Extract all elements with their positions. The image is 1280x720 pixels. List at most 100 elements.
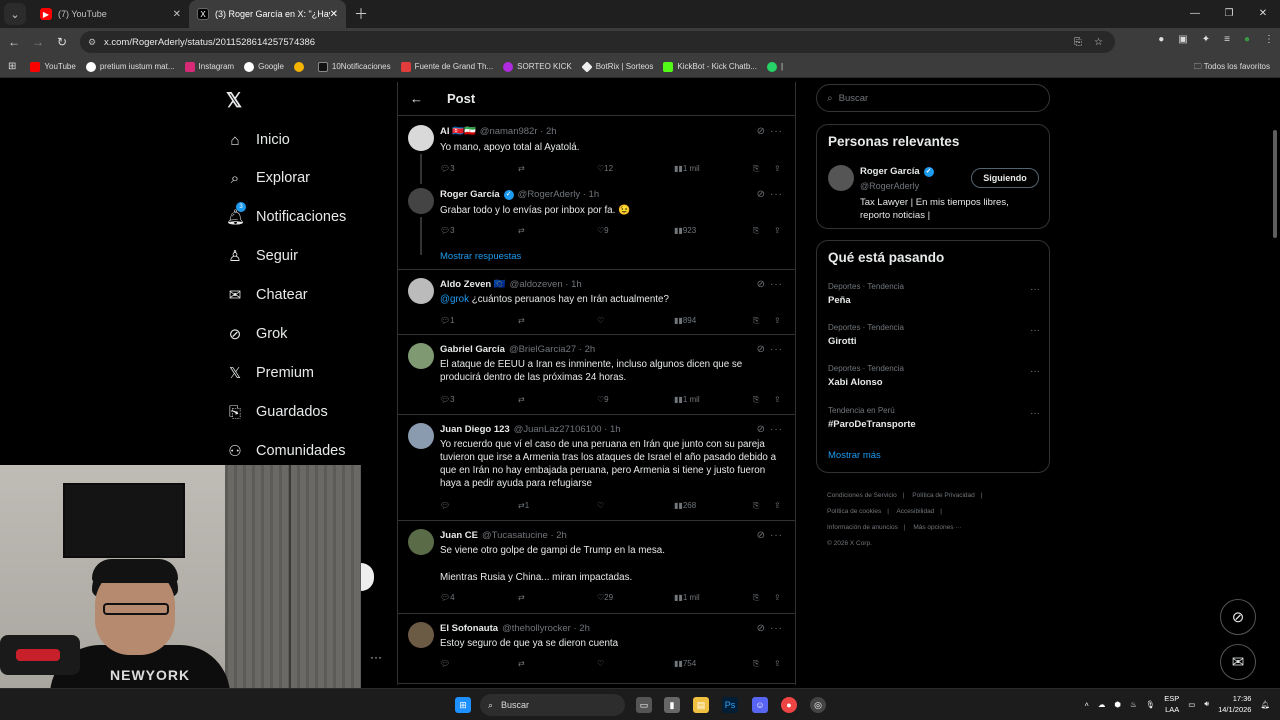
author-handle[interactable]: @JuanLaz27106100 · 1h (514, 424, 621, 435)
language-indicator[interactable]: ESP LAA (1164, 693, 1179, 715)
footer-link[interactable]: Información de anuncios (827, 524, 898, 531)
grok-icon[interactable]: ⊘ (757, 189, 765, 200)
show-more-link[interactable]: Mostrar más (828, 450, 881, 461)
tray-app-icon[interactable]: ☁ (1098, 700, 1106, 709)
photoshop-icon[interactable]: Ps (722, 697, 738, 713)
views-icon[interactable]: ▮▮ 268 (674, 501, 696, 510)
reply-icon[interactable]: 💬︎ 3 (440, 226, 455, 235)
grok-icon[interactable]: ⊘ (757, 530, 765, 541)
like-icon[interactable]: ♡ (597, 501, 604, 510)
bookmark-10notificaciones[interactable]: 10Notificaciones (317, 61, 391, 72)
bookmark-icon[interactable]: ⎘ (753, 164, 759, 174)
close-window-icon[interactable]: ✕ (1246, 0, 1280, 28)
bookmark-icon[interactable]: ⎘ (753, 316, 759, 326)
file-explorer-icon[interactable]: ▤ (693, 697, 709, 713)
chrome-icon[interactable]: ● (781, 697, 797, 713)
author-handle[interactable]: @RogerAderly · 1h (518, 189, 599, 200)
author-name[interactable]: Roger García (440, 189, 500, 200)
task-view-icon[interactable]: ▭ (636, 697, 652, 713)
author-handle[interactable]: @aldozeven · 1h (510, 279, 582, 290)
show-replies-link[interactable]: Mostrar respuestas (440, 251, 521, 262)
person-name[interactable]: Roger García ✓ (860, 166, 934, 177)
tweet-reply[interactable]: AI 🇰🇵🇮🇷 @naman982r · 2h ⊘ ··· Yo mano, apo… (398, 116, 795, 184)
footer-link[interactable]: Política de cookies (827, 508, 881, 515)
volume-icon[interactable]: 🔊︎ (1204, 699, 1209, 709)
more-icon[interactable]: ··· (1030, 408, 1040, 419)
views-icon[interactable]: ▮▮ 1 mil (674, 164, 700, 173)
bookmark-fuente[interactable]: Fuente de Grand Th... (400, 61, 493, 72)
views-icon[interactable]: ▮▮ 1 mil (674, 593, 700, 602)
page-scrollbar[interactable] (1270, 82, 1280, 688)
author-handle[interactable]: @thehollyrocker · 2h (502, 623, 590, 634)
repost-icon[interactable]: ⇄ (518, 226, 525, 235)
reply-icon[interactable]: 💬︎ 3 (440, 164, 455, 173)
footer-link[interactable]: Más opciones ··· (913, 524, 961, 531)
bookmark-icon[interactable]: ⎘ (753, 501, 759, 511)
share-icon[interactable]: ⇪ (774, 501, 781, 510)
views-icon[interactable]: ▮▮ 754 (674, 659, 696, 668)
author-name[interactable]: Juan Diego 123 (440, 424, 510, 435)
repost-icon[interactable]: ⇄ (518, 395, 525, 404)
author-handle[interactable]: @naman982r · 2h (480, 126, 557, 137)
reply-icon[interactable]: 💬︎ 3 (440, 395, 455, 404)
app-icon[interactable]: ◎ (810, 697, 826, 713)
nav-item-grok[interactable]: ⊘ Grok (226, 324, 288, 344)
discord-icon[interactable]: ☺ (752, 697, 768, 713)
repost-icon[interactable]: ⇄ (518, 316, 525, 325)
repost-icon[interactable]: ⇄ (518, 164, 525, 173)
x-logo-icon[interactable]: 𝕏 (226, 88, 242, 113)
chevron-up-icon[interactable]: ˄ (1085, 700, 1089, 709)
avatar[interactable] (408, 188, 434, 214)
mention-link[interactable]: @grok (440, 294, 469, 305)
repost-icon[interactable]: ⇄ (518, 593, 525, 602)
media-icon[interactable]: ≡ (1224, 34, 1230, 45)
avatar[interactable] (408, 278, 434, 304)
more-icon[interactable]: ··· (770, 279, 783, 290)
nav-item-comunidades[interactable]: ⚇ Comunidades (226, 441, 345, 461)
nav-item-inicio[interactable]: ⌂ Inicio (226, 130, 289, 150)
trend-item[interactable]: Deportes · Tendencia Peña ··· (828, 282, 1040, 306)
bookmark-google[interactable]: Google (244, 61, 284, 72)
more-icon[interactable]: ··· (770, 424, 783, 435)
tweet-reply[interactable]: Roger García ✓ @RogerAderly · 1h ⊘ ··· Grab… (398, 181, 795, 270)
like-icon[interactable]: ♡ 12 (597, 164, 613, 173)
more-icon[interactable]: ··· (1030, 284, 1040, 295)
bookmark-whatsapp[interactable]: | (766, 61, 783, 72)
share-icon[interactable]: ⇪ (774, 659, 781, 668)
tab-search-button[interactable]: ⌄ (4, 3, 26, 25)
grok-fab-icon[interactable]: ⊘ (1220, 599, 1256, 635)
tab-x-post[interactable]: X (3) Roger García en X: "¿Hay pe ✕ (189, 0, 346, 28)
grok-icon[interactable]: ⊘ (757, 424, 765, 435)
views-icon[interactable]: ▮▮ 1 mil (674, 395, 700, 404)
tray-app-icon[interactable]: ⬢ (1114, 700, 1121, 709)
tweet-reply[interactable]: Juan Diego 123 @JuanLaz27106100 · 1h ⊘ ···… (398, 415, 795, 521)
all-bookmarks[interactable]: 🗀 Todos los favoritos (1194, 61, 1270, 75)
following-button[interactable]: Siguiendo (971, 168, 1039, 188)
tab-youtube[interactable]: ▶ (7) YouTube ✕ (32, 0, 189, 28)
nav-item-chatear[interactable]: ✉ Chatear (226, 285, 308, 305)
more-icon[interactable]: ··· (770, 344, 783, 355)
nav-item-seguir[interactable]: ♙ Seguir (226, 246, 298, 266)
close-tab-icon[interactable]: ✕ (330, 9, 338, 20)
avatar[interactable] (408, 125, 434, 151)
views-icon[interactable]: ▮▮ 894 (674, 316, 696, 325)
bookmark-star[interactable] (293, 61, 308, 72)
taskbar-search[interactable]: ⌕ Buscar (480, 694, 625, 716)
reply-icon[interactable]: 💬︎ 1 (440, 316, 455, 325)
avatar[interactable] (828, 165, 854, 191)
bookmark-icon[interactable]: ⎘ (753, 593, 759, 603)
bookmark-icon[interactable]: ⎘ (753, 226, 759, 236)
trend-item[interactable]: Deportes · Tendencia Xabi Alonso ··· (828, 364, 1040, 388)
author-handle[interactable]: @Tucasatucine · 2h (482, 530, 567, 541)
avatar[interactable] (408, 529, 434, 555)
network-icon[interactable]: ▭ (1188, 700, 1195, 709)
avatar[interactable] (408, 622, 434, 648)
share-icon[interactable]: ⇪ (774, 593, 781, 602)
app-icon[interactable]: ▮ (664, 697, 680, 713)
start-icon[interactable]: ⊞ (455, 697, 471, 713)
share-icon[interactable]: ⇪ (774, 164, 781, 173)
new-tab-button[interactable]: ＋ (354, 4, 368, 24)
bookmark-pretium[interactable]: pretium iustum mat... (85, 61, 175, 72)
trend-item[interactable]: Tendencia en Perú #ParoDeTransporte ··· (828, 406, 1040, 430)
reply-icon[interactable]: 💬︎ (440, 501, 450, 510)
